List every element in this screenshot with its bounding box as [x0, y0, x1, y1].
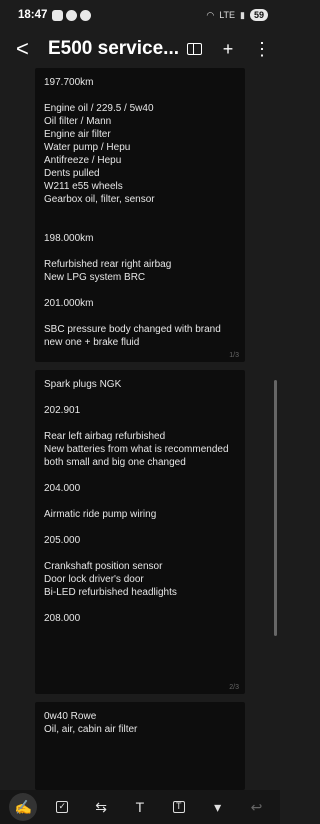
- note-line: [44, 219, 236, 232]
- note-page-3[interactable]: 0w40 Rowe Oil, air, cabin air filter: [35, 702, 245, 790]
- note-line: 198.000km: [44, 233, 94, 244]
- note-line: Bi-LED refurbished headlights: [44, 587, 177, 598]
- note-line: [44, 599, 236, 612]
- note-title: E500 service...: [48, 38, 179, 59]
- note-line: 201.000km: [44, 298, 94, 309]
- note-line: Water pump / Hepu: [44, 142, 131, 153]
- note-line: Oil filter / Mann: [44, 116, 112, 127]
- note-line: 204.000: [44, 483, 81, 494]
- note-line: Engine air filter: [44, 129, 111, 140]
- note-line: Antifreeze / Hepu: [44, 155, 122, 166]
- signal-icon: ▮: [240, 9, 245, 20]
- book-view-icon[interactable]: [184, 40, 204, 58]
- note-line: [44, 547, 236, 560]
- gallery-notification-icon: [52, 9, 64, 21]
- scrollbar[interactable]: [274, 380, 277, 636]
- note-line: Rear left airbag refurbished: [44, 431, 166, 442]
- text-style-icon[interactable]: T: [126, 793, 154, 821]
- page-content: 197.700km Engine oil / 229.5 / 5w40 Oil fi…: [35, 68, 245, 349]
- page-number: 2/3: [229, 684, 239, 691]
- note-line: Dents pulled: [44, 168, 100, 179]
- page-number: 1/3: [229, 352, 239, 359]
- undo-icon[interactable]: ↩: [242, 793, 270, 821]
- note-page-1[interactable]: 197.700km Engine oil / 229.5 / 5w40 Oil fi…: [35, 68, 245, 362]
- note-line: Crankshaft position sensor: [44, 561, 163, 572]
- dropdown-arrow-icon[interactable]: ▾: [204, 793, 232, 821]
- more-options-icon[interactable]: ⋮: [252, 40, 272, 58]
- app-bar: < E500 service... + ⋮: [0, 30, 280, 68]
- bottom-toolbar: ✍ ✓ ⇆ T T ▾ ↩: [0, 790, 280, 824]
- note-line: New batteries from what is recommended: [44, 444, 229, 455]
- status-time: 18:47: [18, 9, 48, 21]
- note-line: [44, 391, 236, 404]
- note-line: [44, 245, 236, 258]
- note-line: New LPG system BRC: [44, 272, 146, 283]
- note-line: [44, 417, 236, 430]
- page-content: Spark plugs NGK 202.901 Rear left airbag r…: [35, 370, 245, 625]
- checkbox-icon[interactable]: ✓: [48, 793, 76, 821]
- status-right: ◠ LTE ▮ 59: [206, 9, 268, 21]
- note-line: W211 e55 wheels: [44, 181, 123, 192]
- note-line: [44, 495, 236, 508]
- note-line: new one + brake fluid: [44, 337, 140, 348]
- note-line: [44, 284, 236, 297]
- note-line: Gearbox oil, filter, sensor: [44, 194, 155, 205]
- status-bar: 18:47 ◠ LTE ▮ 59: [0, 0, 280, 30]
- add-icon[interactable]: +: [218, 40, 238, 58]
- signal-label: LTE: [219, 10, 236, 20]
- note-line: [44, 206, 236, 219]
- note-line: Airmatic ride pump wiring: [44, 509, 157, 520]
- note-line: Door lock driver's door: [44, 574, 144, 585]
- note-line: 202.901: [44, 405, 81, 416]
- notification-icons: [52, 9, 92, 21]
- text-box-icon[interactable]: T: [165, 793, 193, 821]
- note-line: Engine oil / 229.5 / 5w40: [44, 103, 154, 114]
- battery-icon: 59: [249, 9, 268, 21]
- page-content: 0w40 Rowe Oil, air, cabin air filter: [35, 702, 245, 736]
- back-button[interactable]: <: [16, 38, 38, 60]
- note-line: [44, 521, 236, 534]
- note-line: 0w40 Rowe: [44, 711, 97, 722]
- note-page-2[interactable]: Spark plugs NGK 202.901 Rear left airbag r…: [35, 370, 245, 694]
- note-line: 197.700km: [44, 77, 94, 88]
- note-line: Oil, air, cabin air filter: [44, 724, 138, 735]
- note-line: [44, 469, 236, 482]
- note-line: [44, 310, 236, 323]
- pen-tool-icon[interactable]: ✍: [9, 793, 38, 821]
- note-line: Spark plugs NGK: [44, 379, 122, 390]
- note-line: SBC pressure body changed with brand: [44, 324, 221, 335]
- note-line: Refurbished rear right airbag: [44, 259, 172, 270]
- note-line: 205.000: [44, 535, 81, 546]
- note-line: 208.000: [44, 613, 81, 624]
- note-line: [44, 89, 236, 102]
- note-pages[interactable]: 197.700km Engine oil / 229.5 / 5w40 Oil fi…: [0, 68, 280, 790]
- block-notification-icon: [66, 9, 78, 21]
- wifi-icon: ◠: [206, 9, 215, 20]
- note-line: both small and big one changed: [44, 457, 186, 468]
- check-notification-icon: [80, 9, 92, 21]
- app-bar-actions: + ⋮: [184, 40, 272, 58]
- text-format-icon[interactable]: ⇆: [87, 793, 115, 821]
